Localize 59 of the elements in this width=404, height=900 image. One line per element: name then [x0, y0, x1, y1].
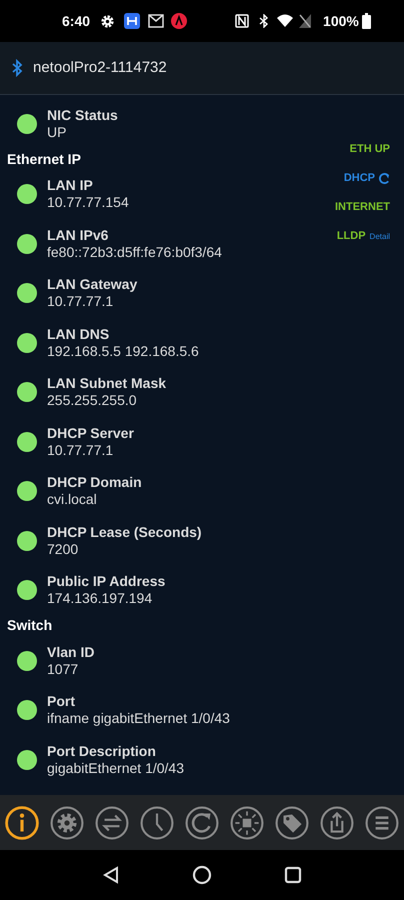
- field-value: 10.77.77.1: [47, 293, 114, 310]
- field-label: LAN Subnet Mask: [47, 375, 166, 392]
- field-label: LAN Gateway: [47, 276, 138, 294]
- status-indicator: INTERNET: [335, 200, 390, 216]
- settings-icon[interactable]: [50, 806, 84, 840]
- app-icon: [171, 13, 188, 29]
- refresh-icon[interactable]: [185, 806, 219, 840]
- sun-icon[interactable]: [230, 806, 264, 840]
- field-value: 192.168.5.5 192.168.5.6: [47, 342, 199, 360]
- status-indicator: DHCP: [344, 171, 375, 186]
- info-icon[interactable]: [5, 806, 39, 840]
- field-value: 7200: [47, 540, 78, 558]
- detail-link[interactable]: Detail: [370, 230, 390, 242]
- field-value: fe80::72b3:d5ff:fe76:b0f3/64: [47, 244, 222, 261]
- field-value: ifname gigabitEthernet 1/0/43: [47, 710, 230, 728]
- recents-icon[interactable]: [284, 866, 302, 884]
- section-heading: Switch: [7, 616, 52, 635]
- field-label: DHCP Domain: [47, 474, 142, 492]
- menu-icon[interactable]: [365, 806, 399, 840]
- clock-icon[interactable]: [140, 806, 174, 840]
- field-value: 1077: [47, 660, 78, 678]
- field-label: LAN DNS: [47, 326, 110, 343]
- field-label: LAN IP: [47, 177, 93, 194]
- no-signal-icon: [299, 14, 312, 28]
- bluetooth-icon: [12, 59, 23, 77]
- status-indicator: LLDP: [336, 229, 366, 244]
- field-value: cvi.local: [47, 491, 97, 508]
- field-label: DHCP Lease (Seconds): [47, 524, 202, 541]
- nfc-icon: [235, 14, 250, 28]
- app-icon: [124, 13, 140, 29]
- field-label: NIC Status: [47, 106, 118, 124]
- refresh-icon[interactable]: [379, 173, 390, 184]
- device-title: netoolPro2-1114732: [33, 58, 167, 78]
- gear-icon: [100, 14, 116, 28]
- field-label: Port Description: [47, 742, 156, 760]
- mail-icon: [148, 14, 164, 28]
- swap-arrows-icon[interactable]: [95, 806, 129, 840]
- section-heading: Ethernet IP: [7, 150, 81, 168]
- field-value: 10.77.77.154: [47, 194, 129, 212]
- field-value: 255.255.255.0: [47, 392, 137, 410]
- field-label: DHCP Server: [47, 424, 134, 442]
- battery-icon: [362, 13, 371, 29]
- status-indicator: ETH UP: [350, 142, 390, 158]
- field-value: 174.136.197.194: [47, 590, 152, 608]
- tag-icon[interactable]: [275, 806, 309, 840]
- field-value: 10.77.77.1: [47, 442, 114, 459]
- share-icon[interactable]: [320, 806, 354, 840]
- status-time: 6:40: [62, 12, 90, 30]
- bluetooth-icon: [259, 14, 270, 28]
- field-label: Port: [47, 693, 75, 710]
- back-icon[interactable]: [102, 866, 120, 884]
- field-label: LAN IPv6: [47, 226, 108, 244]
- wifi-icon: [277, 14, 294, 28]
- battery-percent: 100%: [323, 12, 359, 30]
- field-value: gigabitEthernet 1/0/43: [47, 760, 184, 777]
- field-value: UP: [47, 124, 66, 141]
- field-label: Vlan ID: [47, 644, 94, 661]
- field-label: Public IP Address: [47, 573, 166, 590]
- home-icon[interactable]: [192, 865, 212, 885]
